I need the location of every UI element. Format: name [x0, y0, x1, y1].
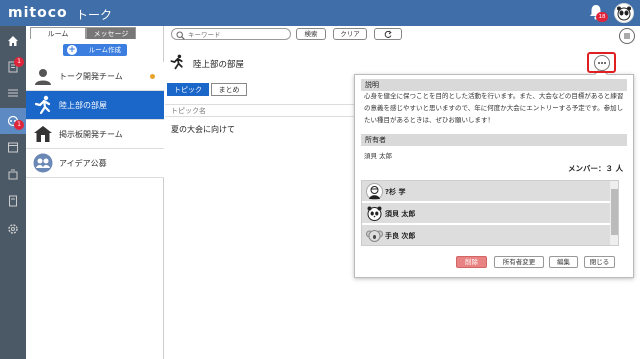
member-list[interactable]: ?杉 学 須貝 太郎 手良 次郎 — [361, 180, 619, 246]
clear-button[interactable]: クリア — [333, 28, 367, 40]
unread-dot — [150, 74, 155, 79]
top-bar: mitoco トーク 18 — [0, 0, 640, 26]
board-icon[interactable] — [0, 162, 26, 188]
scrollbar-thumb[interactable] — [611, 189, 618, 235]
panda-icon — [367, 206, 382, 221]
room-description: 心身を健全に保つことを目的とした活動を行います。また、大会などの目標があると練習… — [364, 92, 624, 124]
tab-topics[interactable]: トピック — [167, 83, 209, 96]
room-item-talk-dev[interactable]: トーク開発チーム — [26, 62, 164, 91]
group-icon — [33, 153, 53, 173]
logo: mitoco — [8, 5, 68, 21]
tab-rooms[interactable]: ルーム — [30, 27, 86, 39]
tab-messages[interactable]: メッセージ — [86, 27, 136, 39]
change-owner-button[interactable]: 所有者変更 — [494, 256, 544, 268]
app-title: トーク — [76, 8, 113, 22]
room-label: トーク開発チーム — [59, 72, 123, 81]
member-avatar-icon — [366, 183, 383, 200]
member-row[interactable]: 須貝 太郎 — [362, 203, 610, 224]
user-avatar[interactable] — [614, 3, 634, 23]
reload-button[interactable] — [374, 28, 402, 40]
report-icon[interactable]: 1 — [0, 54, 26, 80]
rail-badge: 1 — [14, 120, 24, 130]
ellipsis-icon — [598, 62, 606, 64]
room-panel: ルーム メッセージ + ルーム作成 トーク開発チーム 陸上部の部屋 掲示板開発チ… — [26, 26, 185, 359]
room-item-track-club[interactable]: 陸上部の部屋 — [26, 91, 164, 120]
room-title: 陸上部の部屋 — [193, 60, 245, 70]
search-input[interactable] — [188, 30, 288, 39]
search-button[interactable]: 検索 — [296, 28, 326, 40]
room-list: トーク開発チーム 陸上部の部屋 掲示板開発チーム アイデア公募 — [26, 62, 164, 178]
owner-name: 須貝 太郎 — [364, 152, 393, 160]
search-icon — [176, 31, 185, 40]
create-room-label: ルーム作成 — [88, 46, 121, 54]
member-row[interactable]: ?杉 学 — [362, 181, 610, 202]
topic-row[interactable]: 夏の大会に向けて — [165, 122, 365, 138]
room-item-ideas[interactable]: アイデア公募 — [26, 149, 164, 178]
member-name: ?杉 学 — [385, 188, 406, 196]
room-tabs: ルーム メッセージ — [30, 27, 160, 39]
menu-icon[interactable] — [619, 28, 635, 44]
notification-badge: 18 — [596, 12, 608, 22]
more-options-button[interactable] — [594, 55, 610, 71]
talk-icon[interactable]: 1 — [0, 108, 26, 134]
koala-icon — [366, 230, 383, 242]
owner-header: 所有者 — [361, 134, 627, 146]
rail-badge: 1 — [14, 57, 24, 67]
plus-icon: + — [67, 45, 77, 55]
runner-icon — [170, 54, 183, 70]
list-icon[interactable] — [0, 80, 26, 106]
close-button[interactable]: 閉じる — [584, 256, 615, 268]
person-icon — [35, 69, 51, 85]
room-label: アイデア公募 — [59, 159, 107, 168]
member-count: メンバー：３ 人 — [568, 164, 624, 173]
house-icon — [34, 126, 52, 142]
left-rail: 1 1 — [0, 26, 26, 359]
member-list-scrollbar[interactable] — [610, 181, 618, 245]
member-name: 須貝 太郎 — [385, 210, 416, 218]
settings-icon[interactable] — [0, 216, 26, 242]
delete-button[interactable]: 削除 — [456, 256, 487, 268]
home-icon[interactable] — [0, 28, 26, 54]
tab-summary[interactable]: まとめ — [211, 83, 247, 96]
document-icon[interactable] — [0, 188, 26, 214]
search-box[interactable] — [171, 28, 291, 40]
runner-icon — [34, 95, 51, 115]
room-item-board-dev[interactable]: 掲示板開発チーム — [26, 120, 164, 149]
member-row[interactable]: 手良 次郎 — [362, 225, 610, 245]
room-label: 陸上部の部屋 — [59, 101, 107, 110]
topic-column-header: トピック名 — [165, 104, 365, 117]
member-name: 手良 次郎 — [385, 232, 416, 240]
edit-button[interactable]: 編集 — [549, 256, 578, 268]
create-room-button[interactable]: + ルーム作成 — [63, 44, 127, 56]
room-label: 掲示板開発チーム — [59, 130, 123, 139]
calendar-icon[interactable] — [0, 134, 26, 160]
